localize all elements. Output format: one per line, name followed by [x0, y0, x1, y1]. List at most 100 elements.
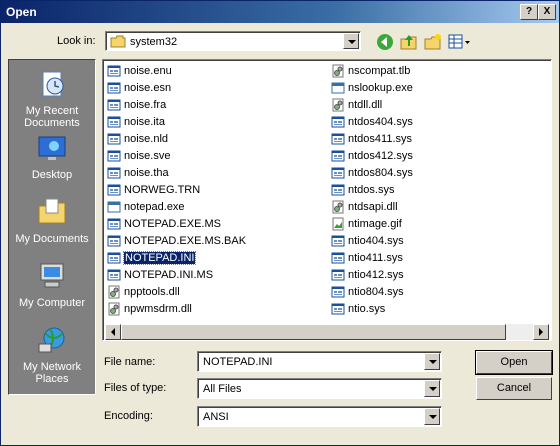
file-item[interactable]: nslookup.exe: [329, 80, 413, 97]
file-item[interactable]: noise.sve: [105, 148, 246, 165]
file-item[interactable]: noise.esn: [105, 80, 246, 97]
executable-icon: [331, 82, 345, 94]
file-list[interactable]: noise.enu noise.esn noise.fra noise.ita nois…: [102, 59, 552, 341]
file-name: ntio804.sys: [348, 286, 404, 298]
file-name: ntio.sys: [348, 303, 386, 315]
file-name-dropdown-button[interactable]: [424, 353, 440, 370]
file-item[interactable]: nscompat.tlb: [329, 63, 413, 80]
file-name: ntdos804.sys: [348, 167, 413, 179]
open-button[interactable]: Open: [475, 350, 553, 375]
help-button[interactable]: ?: [520, 4, 538, 20]
place-my-computer[interactable]: My Computer: [9, 260, 95, 309]
file-name: noise.enu: [124, 65, 172, 77]
file-item[interactable]: noise.enu: [105, 63, 246, 80]
file-name: npwmsdrm.dll: [124, 303, 192, 315]
place-my-documents[interactable]: My Documents: [9, 196, 95, 245]
up-folder-icon[interactable]: [399, 32, 419, 52]
dll-file-icon: [332, 98, 344, 112]
new-folder-icon[interactable]: [423, 32, 443, 52]
generic-file-icon: [107, 167, 121, 179]
place-desktop[interactable]: Desktop: [9, 132, 95, 181]
file-item[interactable]: ntio411.sys: [329, 250, 413, 267]
my-documents-icon: [38, 198, 66, 224]
file-name: NOTEPAD.INI.MS: [124, 269, 214, 281]
scroll-thumb[interactable]: [121, 324, 506, 340]
file-name-label: File name:: [104, 356, 156, 368]
close-button[interactable]: X: [538, 4, 556, 20]
dll-file-icon: [108, 302, 120, 316]
file-item[interactable]: ntio404.sys: [329, 233, 413, 250]
file-item[interactable]: ntdos.sys: [329, 182, 413, 199]
generic-file-icon: [331, 167, 345, 179]
file-name: nslookup.exe: [348, 82, 413, 94]
file-item[interactable]: ntio.sys: [329, 301, 413, 318]
view-menu-icon[interactable]: [447, 32, 471, 52]
file-name: npptools.dll: [124, 286, 180, 298]
generic-file-icon: [107, 235, 121, 247]
file-name: NOTEPAD.EXE.MS: [124, 218, 221, 230]
file-item[interactable]: ntdll.dll: [329, 97, 413, 114]
file-item[interactable]: noise.nld: [105, 131, 246, 148]
file-name: ntio412.sys: [348, 269, 404, 281]
file-item[interactable]: notepad.exe: [105, 199, 246, 216]
generic-file-icon: [331, 184, 345, 196]
network-places-icon: [38, 327, 65, 353]
generic-file-icon: [331, 150, 345, 162]
file-name: noise.esn: [124, 82, 172, 94]
generic-file-icon: [331, 235, 345, 247]
file-type-combo[interactable]: All Files: [197, 378, 442, 399]
place-network[interactable]: My Network Places: [9, 324, 95, 385]
file-name-combo[interactable]: NOTEPAD.INI: [197, 351, 442, 372]
file-item[interactable]: ntdos404.sys: [329, 114, 413, 131]
file-type-dropdown-button[interactable]: [424, 380, 440, 397]
file-item[interactable]: npwmsdrm.dll: [105, 301, 246, 318]
place-label: My Network Places: [22, 361, 82, 385]
file-item[interactable]: NOTEPAD.EXE.MS.BAK: [105, 233, 246, 250]
file-item[interactable]: ntdos411.sys: [329, 131, 413, 148]
file-name-value: NOTEPAD.INI: [203, 356, 273, 368]
generic-file-icon: [331, 252, 345, 264]
file-name: ntdos412.sys: [348, 150, 413, 162]
file-name: ntio411.sys: [348, 252, 403, 264]
file-name: NORWEG.TRN: [124, 184, 201, 196]
file-item[interactable]: noise.tha: [105, 165, 246, 182]
file-item[interactable]: NOTEPAD.INI: [105, 250, 246, 267]
file-name: ntio404.sys: [348, 235, 404, 247]
file-item[interactable]: npptools.dll: [105, 284, 246, 301]
arrow-left-icon: [111, 328, 115, 336]
file-item[interactable]: NORWEG.TRN: [105, 182, 246, 199]
file-name: ntdll.dll: [348, 99, 383, 111]
generic-file-icon: [331, 269, 345, 281]
encoding-combo[interactable]: ANSI: [197, 406, 442, 427]
scroll-right-button[interactable]: [533, 324, 549, 340]
scroll-left-button[interactable]: [105, 324, 121, 340]
file-name: nscompat.tlb: [348, 65, 411, 77]
file-item[interactable]: NOTEPAD.EXE.MS: [105, 216, 246, 233]
place-recent-documents[interactable]: My Recent Documents: [9, 68, 95, 129]
file-item[interactable]: noise.ita: [105, 114, 246, 131]
look-in-dropdown-button[interactable]: [343, 33, 359, 49]
place-label: My Documents: [15, 233, 89, 245]
file-item[interactable]: ntio412.sys: [329, 267, 413, 284]
file-item[interactable]: ntimage.gif: [329, 216, 413, 233]
arrow-right-icon: [539, 328, 543, 336]
file-item[interactable]: ntdos412.sys: [329, 148, 413, 165]
open-dialog: Open ? X Look in: system32 My Recent Doc…: [0, 0, 560, 446]
recent-documents-icon: [42, 71, 64, 97]
look-in-combo[interactable]: system32: [105, 31, 361, 51]
encoding-dropdown-button[interactable]: [424, 408, 440, 425]
file-item[interactable]: ntdos804.sys: [329, 165, 413, 182]
place-label: My Computer: [18, 297, 86, 309]
cancel-button[interactable]: Cancel: [476, 377, 552, 400]
file-item[interactable]: ntio804.sys: [329, 284, 413, 301]
back-icon[interactable]: [375, 32, 395, 52]
place-label: My Recent Documents: [24, 105, 80, 129]
generic-file-icon: [107, 65, 121, 77]
horizontal-scrollbar[interactable]: [105, 324, 549, 340]
place-label: Desktop: [31, 169, 73, 181]
file-item[interactable]: NOTEPAD.INI.MS: [105, 267, 246, 284]
window-title: Open: [6, 5, 37, 19]
file-item[interactable]: noise.fra: [105, 97, 246, 114]
title-bar: Open ? X: [1, 1, 559, 23]
file-item[interactable]: ntdsapi.dll: [329, 199, 413, 216]
